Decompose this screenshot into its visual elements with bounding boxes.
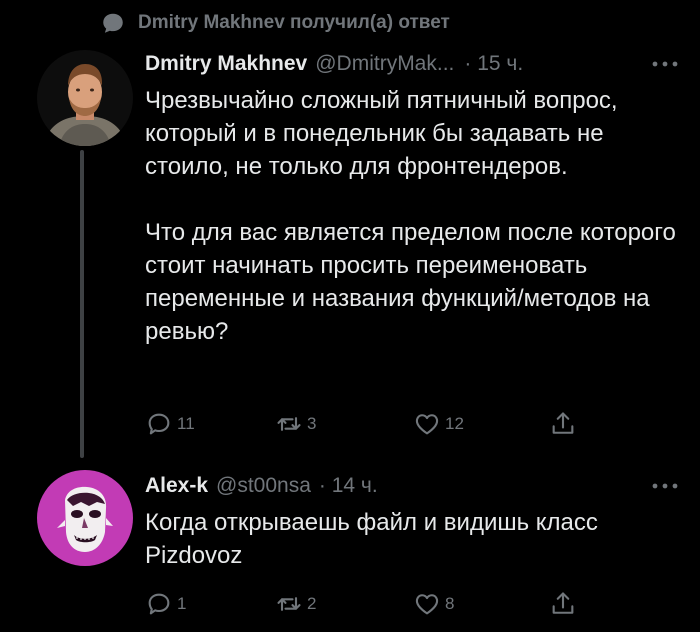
reply-button[interactable]: 11 [145,406,195,442]
retweet-button[interactable]: 2 [275,586,316,622]
reply-icon [148,593,170,615]
like-count: 12 [445,414,464,433]
like-count: 8 [445,594,455,613]
tweet-header: Dmitry Makhnev @DmitryMak... · 15 ч. [145,44,680,84]
retweet-count: 2 [307,594,317,613]
reply-icon [148,413,170,435]
thread-line [80,150,84,458]
author-name[interactable]: Alex-k [145,474,208,498]
tweet-paragraph: Чрезвычайно сложный пятничный вопрос, ко… [145,87,618,180]
tweet-paragraph: Что для вас является пределом после кото… [145,219,676,345]
share-button[interactable] [549,586,577,622]
tweet-actions: 1 2 8 [145,586,595,622]
timestamp[interactable]: · 14 ч. [319,474,378,498]
reply-button[interactable]: 1 [145,586,186,622]
author-handle[interactable]: @st00nsa [216,474,311,498]
more-icon[interactable] [650,466,680,506]
tweet-text: Чрезвычайно сложный пятничный вопрос, ко… [145,84,685,348]
retweet-icon [277,597,301,611]
share-button[interactable] [549,406,577,442]
tweet-paragraph: Когда открываешь файл и видишь класс Piz… [145,509,598,569]
like-icon [415,594,439,615]
tweet-text: Когда открываешь файл и видишь класс Piz… [145,506,685,572]
reply-count: 11 [177,414,195,433]
like-button[interactable]: 8 [413,586,454,622]
reply-count: 1 [177,594,187,613]
reply-bubble-icon [103,13,123,33]
timestamp[interactable]: · 15 ч. [464,52,523,76]
tweet-actions: 11 3 12 [145,406,595,442]
author-name[interactable]: Dmitry Makhnev [145,52,307,76]
share-icon [552,412,574,434]
avatar[interactable] [37,50,133,146]
tweet-header: Alex-k @st00nsa · 14 ч. [145,466,680,506]
author-handle[interactable]: @DmitryMak... [315,52,454,76]
social-context-text: Dmitry Makhnev получил(а) ответ [138,12,450,33]
retweet-count: 3 [307,414,317,433]
retweet-icon [277,417,301,431]
social-context: Dmitry Makhnev получил(а) ответ [100,8,450,38]
like-button[interactable]: 12 [413,406,464,442]
more-icon[interactable] [650,44,680,84]
share-icon [552,592,574,614]
retweet-button[interactable]: 3 [275,406,316,442]
like-icon [415,414,439,435]
avatar[interactable] [37,470,133,566]
